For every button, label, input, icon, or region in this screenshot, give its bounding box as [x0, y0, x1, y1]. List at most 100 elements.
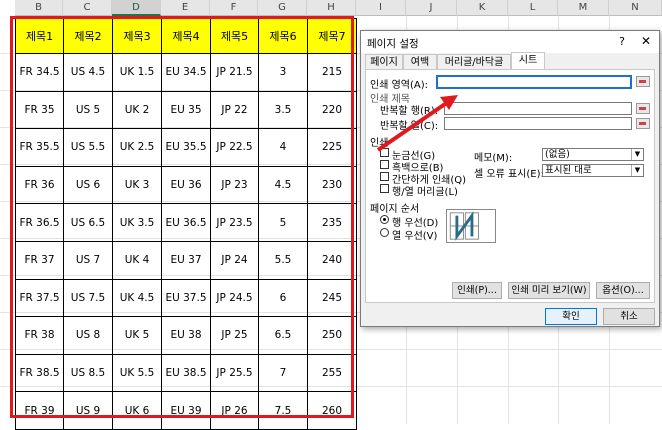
column-header-I[interactable]: I: [356, 0, 406, 16]
table-cell[interactable]: JP 23.5: [210, 203, 259, 242]
print-button[interactable]: 인쇄(P)...: [452, 282, 502, 299]
table-cell[interactable]: UK 5: [112, 316, 162, 355]
table-cell[interactable]: UK 1.5: [112, 53, 162, 92]
errors-select[interactable]: 표시된 대로 ▼: [542, 164, 644, 177]
table-cell[interactable]: EU 37.5: [161, 278, 211, 318]
table-cell[interactable]: 4.5: [258, 165, 308, 205]
table-cell[interactable]: UK 5.5: [112, 353, 162, 393]
table-cell[interactable]: FR 38.5: [15, 353, 64, 393]
table-cell[interactable]: 5.5: [258, 240, 308, 280]
table-cell[interactable]: UK 3: [112, 165, 162, 205]
table-cell[interactable]: 4: [258, 128, 308, 167]
table-cell[interactable]: JP 22.5: [210, 128, 259, 167]
table-cell[interactable]: 6: [258, 278, 308, 318]
header-cell[interactable]: 제목5: [210, 18, 259, 54]
table-cell[interactable]: 245: [307, 278, 357, 318]
table-cell[interactable]: FR 36.5: [15, 203, 64, 242]
table-cell[interactable]: 3.5: [258, 90, 308, 130]
dialog-titlebar[interactable]: 페이지 설정 ? ✕: [361, 31, 659, 53]
table-cell[interactable]: US 5: [63, 90, 113, 130]
table-cell[interactable]: FR 37.5: [15, 278, 64, 318]
table-cell[interactable]: 230: [307, 165, 357, 205]
column-header-L[interactable]: L: [508, 0, 558, 16]
table-cell[interactable]: EU 35.5: [161, 128, 211, 167]
column-header-E[interactable]: E: [161, 0, 210, 16]
table-cell[interactable]: 3: [258, 53, 308, 92]
tab-header-footer[interactable]: 머리글/바닥글: [437, 54, 511, 69]
close-icon[interactable]: ✕: [641, 34, 651, 48]
cancel-button[interactable]: 취소: [603, 308, 655, 325]
table-cell[interactable]: 235: [307, 203, 357, 242]
row-col-headings-checkbox[interactable]: [380, 184, 389, 193]
header-cell[interactable]: 제목6: [258, 18, 308, 54]
table-cell[interactable]: FR 36: [15, 165, 64, 205]
table-cell[interactable]: UK 2.5: [112, 128, 162, 167]
header-cell[interactable]: 제목7: [307, 18, 357, 54]
table-cell[interactable]: 7: [258, 353, 308, 393]
table-cell[interactable]: 240: [307, 240, 357, 280]
table-cell[interactable]: US 7.5: [63, 278, 113, 318]
table-cell[interactable]: 250: [307, 316, 357, 355]
table-cell[interactable]: EU 36: [161, 165, 211, 205]
column-header-H[interactable]: H: [307, 0, 356, 16]
print-area-input[interactable]: [436, 75, 632, 89]
table-cell[interactable]: JP 25.5: [210, 353, 259, 393]
table-cell[interactable]: EU 35: [161, 90, 211, 130]
table-cell[interactable]: 225: [307, 128, 357, 167]
column-header-J[interactable]: J: [406, 0, 457, 16]
table-cell[interactable]: US 6: [63, 165, 113, 205]
repeat-cols-input[interactable]: [444, 117, 632, 130]
table-cell[interactable]: FR 35: [15, 90, 64, 130]
table-cell[interactable]: JP 24: [210, 240, 259, 280]
header-cell[interactable]: 제목1: [15, 18, 64, 54]
down-then-over-radio[interactable]: [380, 215, 389, 224]
table-cell[interactable]: US 8: [63, 316, 113, 355]
header-cell[interactable]: 제목4: [161, 18, 211, 54]
gridlines-checkbox[interactable]: [380, 148, 389, 157]
table-cell[interactable]: US 5.5: [63, 128, 113, 167]
ok-button[interactable]: 확인: [545, 308, 597, 325]
column-header-B[interactable]: B: [15, 0, 63, 16]
table-cell[interactable]: UK 4.5: [112, 278, 162, 318]
table-cell[interactable]: US 8.5: [63, 353, 113, 393]
table-cell[interactable]: FR 37: [15, 240, 64, 280]
table-cell[interactable]: FR 34.5: [15, 53, 64, 92]
header-cell[interactable]: 제목2: [63, 18, 113, 54]
options-button[interactable]: 옵션(O)...: [596, 282, 650, 299]
table-cell[interactable]: JP 21.5: [210, 53, 259, 92]
table-cell[interactable]: EU 34.5: [161, 53, 211, 92]
comments-select[interactable]: (없음) ▼: [542, 148, 644, 161]
over-then-down-radio[interactable]: [380, 228, 389, 237]
table-cell[interactable]: JP 22: [210, 90, 259, 130]
column-header-C[interactable]: C: [63, 0, 112, 16]
table-cell[interactable]: US 7: [63, 240, 113, 280]
table-cell[interactable]: 5: [258, 203, 308, 242]
column-header-K[interactable]: K: [457, 0, 508, 16]
table-cell[interactable]: UK 4: [112, 240, 162, 280]
table-cell[interactable]: JP 23: [210, 165, 259, 205]
table-cell[interactable]: EU 38: [161, 316, 211, 355]
table-cell[interactable]: FR 38: [15, 316, 64, 355]
table-cell[interactable]: 6.5: [258, 316, 308, 355]
column-header-G[interactable]: G: [258, 0, 307, 16]
table-cell[interactable]: US 6.5: [63, 203, 113, 242]
table-cell[interactable]: US 4.5: [63, 53, 113, 92]
table-cell[interactable]: EU 36.5: [161, 203, 211, 242]
draft-quality-checkbox[interactable]: [380, 172, 389, 181]
tab-sheet[interactable]: 시트: [511, 52, 545, 70]
tab-page[interactable]: 페이지: [365, 54, 403, 69]
table-cell[interactable]: FR 35.5: [15, 128, 64, 167]
table-cell[interactable]: EU 38.5: [161, 353, 211, 393]
table-cell[interactable]: 215: [307, 53, 357, 92]
black-white-checkbox[interactable]: [380, 160, 389, 169]
help-button[interactable]: ?: [619, 35, 625, 48]
table-cell[interactable]: UK 3.5: [112, 203, 162, 242]
tab-margins[interactable]: 여백: [403, 54, 437, 69]
repeat-rows-input[interactable]: [444, 102, 632, 115]
table-cell[interactable]: JP 25: [210, 316, 259, 355]
column-header-M[interactable]: M: [558, 0, 609, 16]
print-preview-button[interactable]: 인쇄 미리 보기(W): [508, 282, 590, 299]
collapse-dialog-icon[interactable]: [636, 118, 650, 129]
column-header-D[interactable]: D: [112, 0, 161, 16]
table-cell[interactable]: EU 37: [161, 240, 211, 280]
